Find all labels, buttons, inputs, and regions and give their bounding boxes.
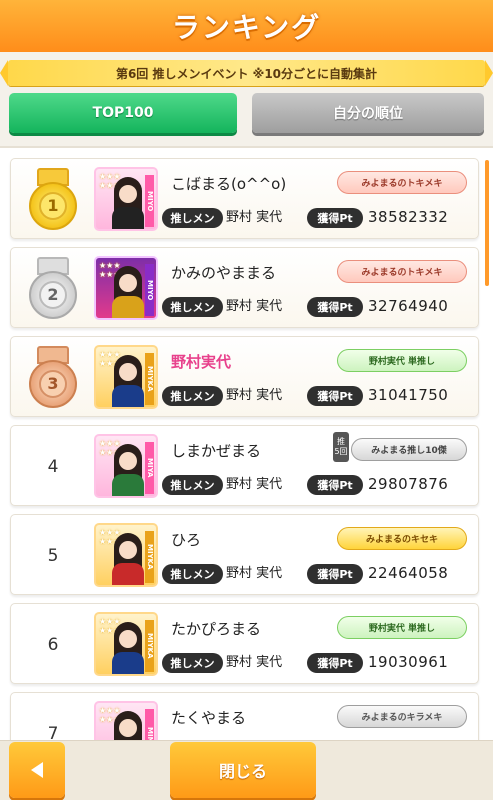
rank-number: 2 xyxy=(39,280,67,309)
oshi-count-tag: 推 5回 xyxy=(333,432,349,462)
oshi-label: 推しメン xyxy=(162,297,223,317)
points-label: 獲得Pt xyxy=(307,653,363,673)
user-name: ひろ xyxy=(171,531,202,549)
points-value: 19030961 xyxy=(368,653,449,671)
avatar[interactable]: ★★★ ★★★ MIYA xyxy=(94,434,158,498)
avatar[interactable]: ★★★ ★★★ MIYO xyxy=(94,256,158,320)
rank-cell: 6 xyxy=(15,604,91,685)
ranking-row[interactable]: 3 ★★★ ★★★ MIYKA 野村実代 野村実代 単推し 推しメン 野村 実代 … xyxy=(10,336,479,417)
title-badge: みよまるのトキメキ xyxy=(337,260,467,283)
event-banner-text: 第6回 推しメンイベント ※10分ごとに自動集計 xyxy=(115,66,378,81)
rank-cell: 5 xyxy=(15,515,91,596)
title-badge: みよまるのトキメキ xyxy=(337,171,467,194)
rank-number: 1 xyxy=(39,191,67,220)
avatar[interactable]: ★★★ ★★★ MIYKA xyxy=(94,345,158,409)
points-label: 獲得Pt xyxy=(307,475,363,495)
title-badge: みよまるのキセキ xyxy=(337,527,467,550)
points-value: 22464058 xyxy=(368,564,449,582)
oshi-label: 推しメン xyxy=(162,386,223,406)
points-label: 獲得Pt xyxy=(307,386,363,406)
header-bar: ランキング xyxy=(0,0,493,52)
gold-medal-icon: 1 xyxy=(28,167,78,232)
user-name: たくやまる xyxy=(171,709,247,727)
user-name: たかぴろまる xyxy=(171,620,262,638)
points-label: 獲得Pt xyxy=(307,208,363,228)
title-badge: みよまる推し10傑 xyxy=(351,438,467,461)
event-banner: 第6回 推しメンイベント ※10分ごとに自動集計 xyxy=(0,60,493,86)
points-value: 29807876 xyxy=(368,475,449,493)
oshi-label: 推しメン xyxy=(162,208,223,228)
oshi-label: 推しメン xyxy=(162,475,223,495)
avatar[interactable]: ★★★ ★★★ MIYKA xyxy=(94,612,158,676)
ranking-row[interactable]: 2 ★★★ ★★★ MIYO かみのやままる みよまるのトキメキ 推しメン 野村 … xyxy=(10,247,479,328)
rank-cell: 3 xyxy=(15,337,91,418)
rank-cell: 1 xyxy=(15,159,91,240)
rank-cell: 4 xyxy=(15,426,91,507)
ranking-row[interactable]: 1 ★★★ ★★★ MIYO こばまる(o^^o) みよまるのトキメキ 推しメン … xyxy=(10,158,479,239)
oshi-member-name: 野村 実代 xyxy=(226,477,283,492)
list-scrollbar[interactable] xyxy=(485,160,489,286)
rank-number: 3 xyxy=(39,369,67,398)
user-name: しまかぜまる xyxy=(171,442,262,460)
tab-my-rank[interactable]: 自分の順位 xyxy=(252,93,484,133)
rank-number: 5 xyxy=(47,545,59,566)
arrow-left-icon xyxy=(31,762,43,778)
oshi-member-name: 野村 実代 xyxy=(226,299,283,314)
silver-medal-icon: 2 xyxy=(28,256,78,321)
ranking-row[interactable]: 7 ★★★ ★★★ MIN たくやまる みよまるのキラメキ xyxy=(10,692,479,740)
title-badge: 野村実代 単推し xyxy=(337,616,467,639)
title-badge: 野村実代 単推し xyxy=(337,349,467,372)
ranking-list[interactable]: 1 ★★★ ★★★ MIYO こばまる(o^^o) みよまるのトキメキ 推しメン … xyxy=(0,146,493,740)
tab-top100[interactable]: TOP100 xyxy=(9,93,237,133)
points-label: 獲得Pt xyxy=(307,297,363,317)
rank-number: 4 xyxy=(47,456,59,477)
user-name: こばまる(o^^o) xyxy=(171,175,287,193)
avatar[interactable]: ★★★ ★★★ MIYO xyxy=(94,167,158,231)
oshi-label: 推しメン xyxy=(162,653,223,673)
back-button[interactable] xyxy=(9,742,65,798)
rank-number: 6 xyxy=(47,634,59,655)
avatar[interactable]: ★★★ ★★★ MIYKA xyxy=(94,523,158,587)
page-title: ランキング xyxy=(171,11,322,44)
rank-cell: 2 xyxy=(15,248,91,329)
oshi-member-name: 野村 実代 xyxy=(226,655,283,670)
oshi-member-name: 野村 実代 xyxy=(226,566,283,581)
user-name: 野村実代 xyxy=(171,353,232,371)
user-name: かみのやままる xyxy=(171,264,277,282)
ranking-row[interactable]: 5 ★★★ ★★★ MIYKA ひろ みよまるのキセキ 推しメン 野村 実代 獲得… xyxy=(10,514,479,595)
rank-number: 7 xyxy=(47,723,59,741)
points-value: 38582332 xyxy=(368,208,449,226)
ranking-row[interactable]: 4 ★★★ ★★★ MIYA しまかぜまる 推 5回 みよまる推し10傑 推しメン … xyxy=(10,425,479,506)
oshi-member-name: 野村 実代 xyxy=(226,388,283,403)
points-label: 獲得Pt xyxy=(307,564,363,584)
oshi-member-name: 野村 実代 xyxy=(226,210,283,225)
points-value: 31041750 xyxy=(368,386,449,404)
ranking-row[interactable]: 6 ★★★ ★★★ MIYKA たかぴろまる 野村実代 単推し 推しメン 野村 実… xyxy=(10,603,479,684)
close-button[interactable]: 閉じる xyxy=(170,742,316,798)
avatar[interactable]: ★★★ ★★★ MIN xyxy=(94,701,158,740)
points-value: 32764940 xyxy=(368,297,449,315)
bronze-medal-icon: 3 xyxy=(28,345,78,410)
rank-cell: 7 xyxy=(15,693,91,741)
oshi-label: 推しメン xyxy=(162,564,223,584)
title-badge: みよまるのキラメキ xyxy=(337,705,467,728)
